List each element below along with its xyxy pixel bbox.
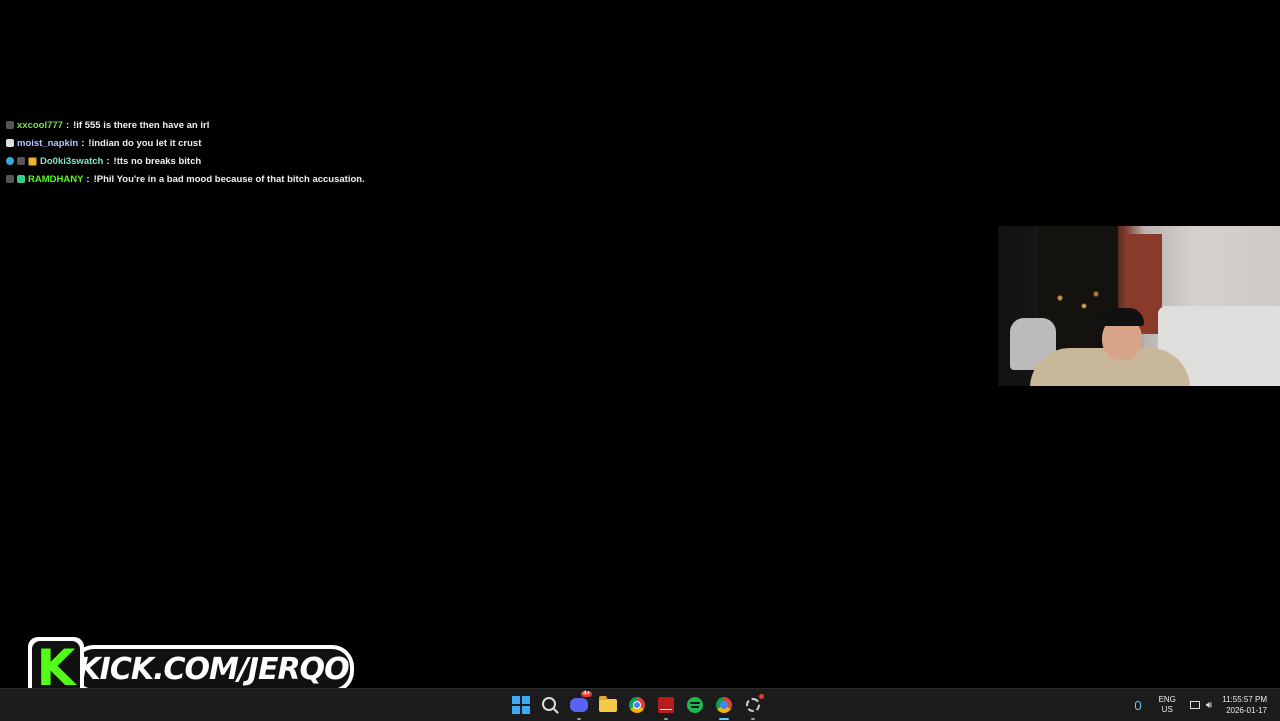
chat-username[interactable]: RAMDHANY [28, 174, 83, 185]
chat-badge-icon [6, 175, 14, 183]
chat-badge-icon [6, 139, 14, 147]
chat-separator: : [86, 173, 90, 185]
chat-overlay: xxcool777 : !if 555 is there then have a… [6, 116, 526, 188]
windows-start-icon[interactable] [511, 695, 531, 715]
chrome-active-icon[interactable] [714, 695, 734, 720]
volume-icon[interactable]: 🔊︎ [1206, 700, 1212, 711]
chat-badge-icon [17, 175, 25, 183]
spotify-icon[interactable] [685, 695, 705, 715]
webcam-feed [998, 226, 1280, 386]
chat-message: Do0ki3swatch : !tts no breaks bitch [6, 152, 526, 170]
chat-badge-icon [6, 121, 14, 129]
folder-icon[interactable] [598, 695, 618, 715]
chat-username[interactable]: moist_napkin [17, 138, 78, 149]
chat-username[interactable]: xxcool777 [17, 120, 63, 131]
discord-icon[interactable]: 4+ [569, 691, 592, 720]
chat-username[interactable]: Do0ki3swatch [40, 156, 103, 167]
microphone-icon[interactable] [1134, 700, 1141, 710]
chat-badge-icon [28, 156, 37, 166]
chat-badge-icon [17, 157, 25, 165]
brand-url: KICK.COM/JERQO [77, 651, 349, 687]
search-icon[interactable] [540, 695, 560, 715]
chrome-icon[interactable] [627, 695, 647, 715]
chat-text: !tts no breaks bitch [113, 155, 202, 167]
webcam-person-cap [1098, 308, 1144, 326]
chat-message: moist_napkin : !indian do you let it cru… [6, 134, 526, 152]
chat-message: xxcool777 : !if 555 is there then have a… [6, 116, 526, 134]
brand-url-pill: KICK.COM/JERQO [72, 645, 354, 693]
system-tray: ENG US 🔊︎ 11:55:57 PM 2026-01-17 [1134, 689, 1280, 721]
taskbar-apps: 4+ [511, 689, 764, 721]
taskbar: 4+ ENG US 🔊︎ 11:55:57 PM 2026-01-17 [0, 688, 1280, 721]
network-icon[interactable] [1189, 701, 1200, 709]
chat-separator: : [65, 119, 70, 131]
clock-time: 11:55:57 PM [1222, 695, 1267, 704]
chat-badge-icon [6, 157, 14, 165]
clock-date: 2026-01-17 [1226, 706, 1267, 715]
gear-icon[interactable] [743, 694, 764, 720]
kick-logo-letter: K [36, 639, 76, 697]
chat-separator: : [81, 137, 85, 149]
chat-separator: : [106, 155, 110, 167]
language-indicator[interactable]: ENG US [1159, 695, 1176, 715]
chat-message: RAMDHANY : !Phil You're in a bad mood be… [6, 170, 526, 188]
discord-notification-badge: 4+ [581, 691, 592, 697]
chat-text: !if 555 is there then have an irl [73, 119, 210, 131]
clock[interactable]: 11:55:57 PM 2026-01-17 [1222, 694, 1267, 716]
red-app-icon[interactable] [656, 695, 676, 720]
chat-text: !indian do you let it crust [88, 137, 202, 149]
chat-text: !Phil You're in a bad mood because of th… [93, 173, 365, 185]
